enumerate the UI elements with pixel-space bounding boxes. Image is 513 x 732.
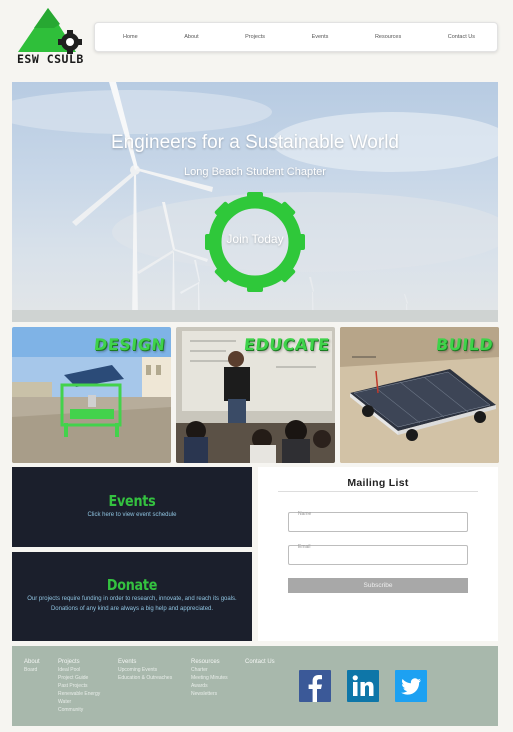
footer-link[interactable]: Education & Outreaches [118, 674, 172, 682]
hero-subtitle: Long Beach Student Chapter [184, 166, 326, 178]
nav-about[interactable]: About [184, 34, 198, 40]
logo-text: ESW CSULB [17, 52, 84, 66]
mailing-list-divider [278, 491, 478, 492]
footer-col-contact: Contact Us [245, 658, 275, 666]
footer-link[interactable]: Renewable Energy [58, 690, 100, 698]
footer-heading-contact[interactable]: Contact Us [245, 658, 275, 666]
footer-heading-about[interactable]: About [24, 658, 40, 666]
events-panel[interactable]: Events Click here to view event schedule [12, 467, 252, 547]
tile-build-label: BUILD [434, 335, 494, 354]
nav-projects[interactable]: Projects [245, 34, 265, 40]
footer-heading-resources[interactable]: Resources [191, 658, 228, 666]
footer-col-events: Events Upcoming Events Education & Outre… [118, 658, 172, 682]
facebook-icon[interactable] [299, 670, 331, 702]
donate-heading: Donate [106, 576, 158, 594]
hero-title: Engineers for a Sustainable World [111, 132, 399, 153]
footer-heading-events[interactable]: Events [118, 658, 172, 666]
footer-link[interactable]: Community [58, 706, 100, 714]
hero-banner: Engineers for a Sustainable World Long B… [12, 82, 498, 322]
tile-design-label: DESIGN [92, 335, 166, 354]
nav-events[interactable]: Events [312, 34, 329, 40]
top-nav: Home About Projects Events Resources Con… [94, 22, 498, 52]
events-heading: Events [108, 492, 156, 510]
mailing-list-form: Mailing List Name Email Subscribe [258, 467, 498, 641]
name-field-label: Name [298, 511, 312, 517]
nav-contact-us[interactable]: Contact Us [448, 34, 475, 40]
email-field[interactable] [288, 545, 468, 565]
footer: About Board Projects Ideal Pool Project … [12, 646, 498, 726]
footer-link[interactable]: Newsletters [191, 690, 228, 698]
footer-link[interactable]: Water [58, 698, 100, 706]
tile-educate-label: EDUCATE [242, 335, 330, 354]
footer-link[interactable]: Ideal Pool [58, 666, 100, 674]
footer-link[interactable]: Meeting Minutes [191, 674, 228, 682]
footer-heading-projects[interactable]: Projects [58, 658, 100, 666]
footer-link[interactable]: Board [24, 666, 40, 674]
twitter-icon[interactable] [395, 670, 427, 702]
footer-col-about: About Board [24, 658, 40, 674]
footer-link[interactable]: Upcoming Events [118, 666, 172, 674]
nav-resources[interactable]: Resources [375, 34, 401, 40]
donate-text: Our projects require funding in order to… [27, 596, 237, 612]
linkedin-icon[interactable] [347, 670, 379, 702]
subscribe-button[interactable]: Subscribe [288, 578, 468, 593]
footer-link[interactable]: Past Projects [58, 682, 100, 690]
events-link-text[interactable]: Click here to view event schedule [12, 510, 252, 520]
name-field[interactable] [288, 512, 468, 532]
footer-link[interactable]: Project Guide [58, 674, 100, 682]
join-today-button[interactable]: Join Today [203, 232, 307, 246]
tile-build[interactable]: BUILD [340, 327, 499, 463]
page: ESW CSULB Home About Projects Events Res… [0, 0, 513, 732]
nav-home[interactable]: Home [123, 34, 138, 40]
mailing-list-title: Mailing List [347, 477, 409, 489]
tile-design[interactable]: DESIGN [12, 327, 171, 463]
footer-link[interactable]: Charter [191, 666, 228, 674]
email-field-label: Email [298, 544, 311, 550]
footer-col-projects: Projects Ideal Pool Project Guide Past P… [58, 658, 100, 714]
footer-link[interactable]: Awards [191, 682, 228, 690]
tile-educate[interactable]: EDUCATE [176, 327, 335, 463]
donate-panel[interactable]: Donate Our projects require funding in o… [12, 552, 252, 641]
footer-col-resources: Resources Charter Meeting Minutes Awards… [191, 658, 228, 698]
